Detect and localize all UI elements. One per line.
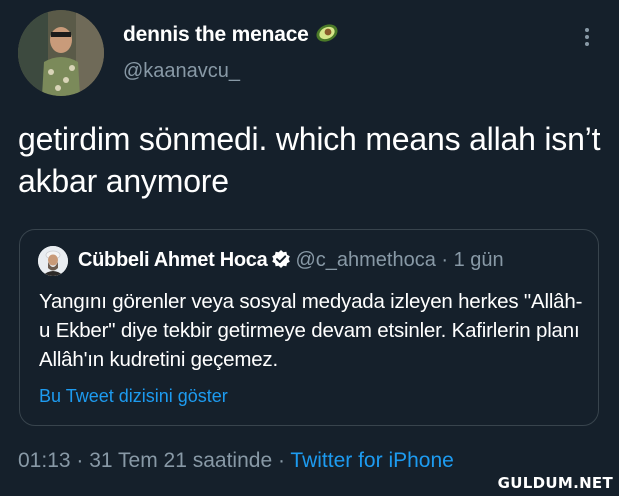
tweet-meta: 01:13 · 31 Tem 21 saatinde · Twitter for… xyxy=(18,449,454,473)
author-display-name[interactable]: dennis the menace xyxy=(123,22,339,50)
quoted-author-avatar[interactable] xyxy=(38,246,68,276)
tweet-text: getirdim sönmedi. which means allah isn’… xyxy=(18,121,601,199)
quoted-header: Cübbeli Ahmet Hoca @c_ahmethoca · 1 gün xyxy=(78,249,504,275)
quoted-tweet-text: Yangını görenler veya sosyal medyada izl… xyxy=(39,290,583,371)
author-avatar[interactable] xyxy=(18,10,104,96)
show-thread-link[interactable]: Bu Tweet dizisini göster xyxy=(39,386,228,407)
meta-separator: · xyxy=(272,449,291,472)
more-options-icon[interactable] xyxy=(580,26,594,48)
tweet-source-link[interactable]: Twitter for iPhone xyxy=(290,449,453,472)
quoted-author-handle[interactable]: @c_ahmethoca xyxy=(295,249,435,271)
quoted-tweet-card[interactable]: Cübbeli Ahmet Hoca @c_ahmethoca · 1 gün Y… xyxy=(19,229,599,426)
quoted-author-name[interactable]: Cübbeli Ahmet Hoca xyxy=(78,249,268,271)
author-name-text: dennis the menace xyxy=(123,23,309,46)
verified-badge-icon xyxy=(271,249,291,275)
avocado-icon xyxy=(315,22,339,50)
quoted-timestamp[interactable]: 1 gün xyxy=(454,249,504,271)
tweet-timestamp[interactable]: 01:13 · 31 Tem 21 saatinde xyxy=(18,449,272,472)
site-watermark: GULDUM.NET xyxy=(497,474,613,492)
quoted-separator: · xyxy=(435,249,454,271)
author-handle[interactable]: @kaanavcu_ xyxy=(123,60,240,83)
